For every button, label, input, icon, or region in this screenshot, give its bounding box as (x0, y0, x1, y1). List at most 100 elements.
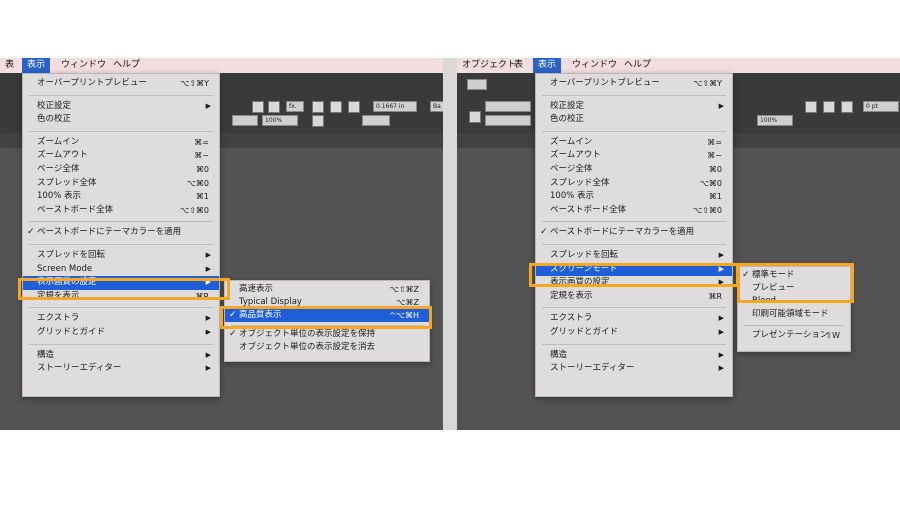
menu-item[interactable]: ✓ ペーストボードにテーマカラーを適用 (23, 226, 219, 240)
menu-item-shortcut: ⌥⌘0 (186, 178, 209, 188)
menu-item[interactable]: 100% 表示 ⌘1 (23, 190, 219, 204)
menu-item[interactable]: ズームアウト ⌘− (536, 149, 732, 163)
menu-item-label: 構造 (550, 349, 568, 360)
frame-icon[interactable] (268, 101, 280, 113)
menu-item[interactable]: ストーリーエディター ▶ (23, 362, 219, 376)
menu-item-label: オブジェクト単位の表示設定を消去 (239, 342, 376, 352)
submenu-arrow-icon: ▶ (205, 314, 211, 323)
menu-separator (29, 130, 213, 132)
menu-item-label: ズームイン (37, 136, 80, 147)
menu-item[interactable]: ページ全体 ⌘0 (536, 163, 732, 177)
value-field[interactable]: 0 pt (863, 101, 899, 112)
menu-item[interactable]: ズームイン ⌘= (23, 136, 219, 150)
callout-screen-mode (529, 263, 739, 287)
menu-table[interactable]: 表 (509, 58, 528, 73)
menu-item[interactable]: ✓ オブジェクト単位の表示設定を保持 (225, 328, 429, 341)
menu-item-label: ペーストボードにテーマカラーを適用 (37, 227, 182, 238)
font-field[interactable]: Ba (430, 101, 443, 112)
menu-item-label: エクストラ (550, 313, 593, 324)
shear-field[interactable] (485, 115, 531, 126)
menu-item-shortcut: ⌘R (708, 291, 722, 301)
angle-field[interactable] (485, 101, 531, 112)
menu-item[interactable]: スプレッドを回転 ▶ (23, 249, 219, 263)
menu-item[interactable]: 校正設定 ▶ (536, 100, 732, 114)
menu-item-label: 構造 (37, 349, 55, 360)
menu-window[interactable]: ウィンドウ (56, 58, 111, 73)
menu-item-label: エクストラ (37, 313, 80, 324)
menu-item[interactable]: ズームアウト ⌘− (23, 149, 219, 163)
menu-item[interactable]: グリッドとガイド ▶ (536, 326, 732, 340)
offset-field[interactable]: 0.1667 in (373, 101, 417, 112)
menu-item-label: ページ全体 (37, 164, 80, 174)
menu-item[interactable]: 校正設定 ▶ (23, 100, 219, 114)
menu-item-label: 色の校正 (550, 114, 585, 125)
menu-item[interactable]: スプレッドを回転 ▶ (536, 249, 732, 263)
menu-separator (542, 307, 726, 309)
menu-item[interactable]: Screen Mode ▶ (23, 263, 219, 277)
menu-item-label: スプレッドを回転 (550, 250, 619, 260)
menu-item[interactable]: 構造 ▶ (536, 349, 732, 363)
menu-item-shortcut: ⌘0 (195, 165, 209, 174)
menu-item[interactable]: 色の校正 (23, 113, 219, 127)
menu-item-label: グリッドとガイド (37, 327, 106, 337)
fit-icon[interactable] (841, 101, 853, 113)
view-options-button[interactable] (467, 79, 487, 90)
frame-icon[interactable] (252, 101, 264, 113)
menu-help[interactable]: ヘルプ (619, 58, 656, 73)
menu-view[interactable]: 表示 (533, 58, 562, 73)
menu-item-label: 印刷可能領域モード (752, 309, 829, 319)
menu-separator (542, 221, 726, 223)
menu-view[interactable]: 表示 (22, 58, 51, 73)
dropdown[interactable] (362, 115, 390, 126)
menu-help[interactable]: ヘルプ (108, 58, 145, 73)
align-icon[interactable] (805, 101, 817, 113)
menu-item-label: ズームアウト (550, 150, 601, 161)
menu-item-label: ストーリーエディター (550, 363, 635, 374)
zoom-field[interactable]: 100% (262, 115, 298, 126)
menu-item[interactable]: 構造 ▶ (23, 349, 219, 363)
stroke-field[interactable] (232, 115, 258, 126)
menu-item[interactable]: オーバープリントプレビュー ⌥⇧⌘Y (536, 77, 732, 91)
menu-item[interactable]: ペーストボード全体 ⌥⇧⌘0 (23, 204, 219, 218)
submenu-arrow-icon: ▶ (205, 251, 211, 259)
menu-item[interactable]: スプレッド全体 ⌥⌘0 (536, 177, 732, 191)
menu-item[interactable]: ペーストボード全体 ⌥⇧⌘0 (536, 204, 732, 218)
align-icon[interactable] (330, 101, 342, 113)
submenu-arrow-icon: ▶ (718, 251, 724, 259)
menu-item[interactable]: ストーリーエディター ▶ (536, 362, 732, 376)
menu-item[interactable]: 定規を表示 ⌘R (536, 290, 732, 304)
menu-item[interactable]: ✓ ペーストボードにテーマカラーを適用 (536, 226, 732, 240)
menu-item[interactable]: 色の校正 (536, 113, 732, 127)
menu-table[interactable]: 表 (0, 58, 19, 73)
menu-item-shortcut: ⌘0 (708, 165, 722, 174)
fit-icon[interactable] (348, 101, 360, 113)
menu-item[interactable]: グリッドとガイド ▶ (23, 326, 219, 340)
menu-item-label: 校正設定 (37, 100, 72, 111)
submenu-arrow-icon: ▶ (205, 101, 211, 110)
menu-item-shortcut: ⌘− (707, 151, 722, 161)
circle-icon[interactable] (312, 115, 324, 127)
menu-item[interactable]: ページ全体 ⌘0 (23, 163, 219, 177)
align-icon[interactable] (823, 101, 835, 113)
align-icon[interactable] (312, 101, 324, 113)
menu-item[interactable]: エクストラ ▶ (23, 312, 219, 326)
menu-separator (542, 130, 726, 132)
menu-item[interactable]: プレゼンテーション ⇧W (738, 329, 850, 342)
menu-item[interactable]: 100% 表示 ⌘1 (536, 190, 732, 204)
zoom-field[interactable]: 100% (757, 115, 793, 126)
menu-item-label: ズームイン (550, 136, 593, 147)
menu-item[interactable]: オーバープリントプレビュー ⌥⇧⌘Y (23, 77, 219, 91)
submenu-arrow-icon: ▶ (205, 364, 211, 373)
menu-separator (29, 221, 213, 223)
menu-item[interactable]: オブジェクト単位の表示設定を消去 (225, 341, 429, 354)
link-icon[interactable] (469, 111, 481, 123)
menu-window[interactable]: ウィンドウ (567, 58, 622, 73)
menu-item[interactable]: スプレッド全体 ⌥⌘0 (23, 177, 219, 191)
fx-button[interactable]: fx. (286, 101, 304, 112)
menu-item[interactable]: ズームイン ⌘= (536, 136, 732, 150)
submenu-arrow-icon: ▶ (718, 101, 724, 110)
menu-item-shortcut: ⌥⇧⌘0 (179, 205, 209, 215)
menu-item[interactable]: 高速表示 ⌥⇧⌘Z (225, 283, 429, 296)
menu-item[interactable]: エクストラ ▶ (536, 312, 732, 326)
menu-item[interactable]: 印刷可能領域モード (738, 308, 850, 321)
